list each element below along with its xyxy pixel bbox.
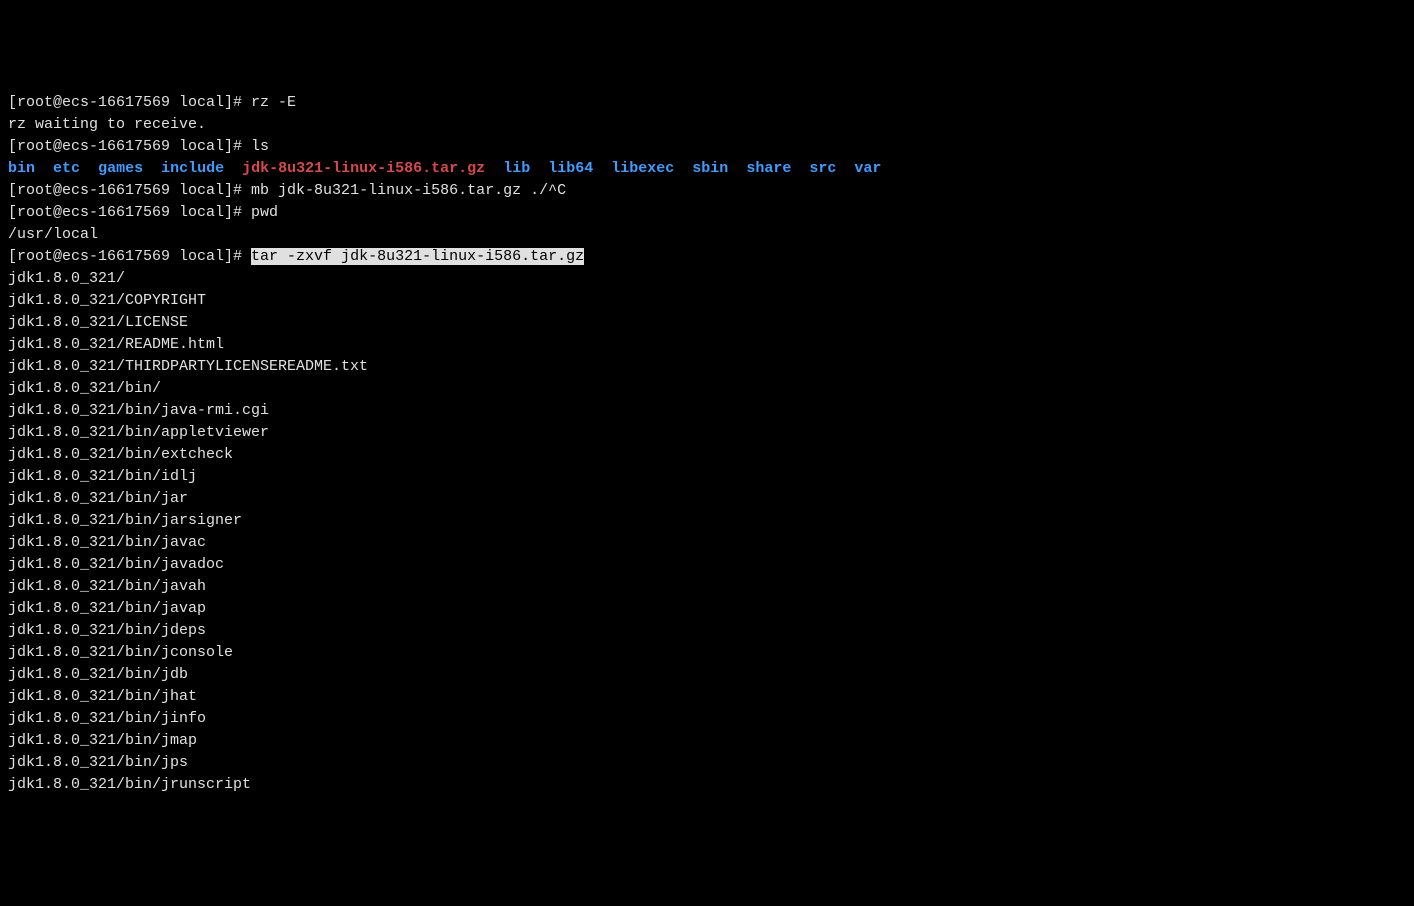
tar-output-line: jdk1.8.0_321/bin/jdeps	[8, 620, 1406, 642]
prompt-line-5: [root@ecs-16617569 local]# tar -zxvf jdk…	[8, 246, 1406, 268]
tar-output-line: jdk1.8.0_321/COPYRIGHT	[8, 290, 1406, 312]
tar-output-line: jdk1.8.0_321/THIRDPARTYLICENSEREADME.txt	[8, 356, 1406, 378]
tar-output-line: jdk1.8.0_321/README.html	[8, 334, 1406, 356]
tar-output-line: jdk1.8.0_321/bin/javac	[8, 532, 1406, 554]
command-text: rz -E	[251, 94, 296, 111]
tar-output-line: jdk1.8.0_321/bin/jps	[8, 752, 1406, 774]
tar-output-line: jdk1.8.0_321/bin/jinfo	[8, 708, 1406, 730]
tar-output-line: jdk1.8.0_321/bin/jmap	[8, 730, 1406, 752]
tar-output-line: jdk1.8.0_321/bin/jhat	[8, 686, 1406, 708]
dir-var: var	[854, 160, 881, 177]
shell-prompt: [root@ecs-16617569 local]#	[8, 138, 251, 155]
prompt-line-4: [root@ecs-16617569 local]# pwd	[8, 202, 1406, 224]
output-line: rz waiting to receive.	[8, 114, 1406, 136]
tar-output-line: jdk1.8.0_321/LICENSE	[8, 312, 1406, 334]
dir-include: include	[161, 160, 224, 177]
tar-output-line: jdk1.8.0_321/bin/jdb	[8, 664, 1406, 686]
shell-prompt: [root@ecs-16617569 local]#	[8, 204, 251, 221]
dir-bin: bin	[8, 160, 35, 177]
dir-src: src	[809, 160, 836, 177]
tar-output-line: jdk1.8.0_321/bin/jar	[8, 488, 1406, 510]
dir-sbin: sbin	[692, 160, 728, 177]
prompt-line-1: [root@ecs-16617569 local]# rz -E	[8, 92, 1406, 114]
file-jdk-tarball: jdk-8u321-linux-i586.tar.gz	[242, 160, 485, 177]
highlighted-command: tar -zxvf jdk-8u321-linux-i586.tar.gz	[251, 248, 584, 265]
command-text: pwd	[251, 204, 278, 221]
command-text: ls	[251, 138, 269, 155]
tar-output-line: jdk1.8.0_321/bin/java-rmi.cgi	[8, 400, 1406, 422]
shell-prompt: [root@ecs-16617569 local]#	[8, 94, 251, 111]
dir-etc: etc	[53, 160, 80, 177]
tar-output-line: jdk1.8.0_321/bin/jconsole	[8, 642, 1406, 664]
pwd-output: /usr/local	[8, 224, 1406, 246]
prompt-line-3: [root@ecs-16617569 local]# mb jdk-8u321-…	[8, 180, 1406, 202]
tar-output-line: jdk1.8.0_321/bin/javadoc	[8, 554, 1406, 576]
tar-output-line: jdk1.8.0_321/bin/appletviewer	[8, 422, 1406, 444]
terminal-output[interactable]: [root@ecs-16617569 local]# rz -Erz waiti…	[8, 92, 1406, 796]
dir-share: share	[746, 160, 791, 177]
shell-prompt: [root@ecs-16617569 local]#	[8, 182, 251, 199]
tar-output-line: jdk1.8.0_321/bin/idlj	[8, 466, 1406, 488]
tar-output-line: jdk1.8.0_321/bin/javap	[8, 598, 1406, 620]
dir-games: games	[98, 160, 143, 177]
tar-output-line: jdk1.8.0_321/bin/jrunscript	[8, 774, 1406, 796]
dir-lib: lib	[503, 160, 530, 177]
command-text: mb jdk-8u321-linux-i586.tar.gz ./^C	[251, 182, 566, 199]
dir-lib64: lib64	[548, 160, 593, 177]
dir-libexec: libexec	[611, 160, 674, 177]
shell-prompt: [root@ecs-16617569 local]#	[8, 248, 251, 265]
tar-output-line: jdk1.8.0_321/bin/jarsigner	[8, 510, 1406, 532]
tar-output-line: jdk1.8.0_321/bin/	[8, 378, 1406, 400]
tar-output-line: jdk1.8.0_321/bin/extcheck	[8, 444, 1406, 466]
ls-output-line: bin etc games include jdk-8u321-linux-i5…	[8, 158, 1406, 180]
tar-output-line: jdk1.8.0_321/bin/javah	[8, 576, 1406, 598]
tar-output-line: jdk1.8.0_321/	[8, 268, 1406, 290]
prompt-line-2: [root@ecs-16617569 local]# ls	[8, 136, 1406, 158]
